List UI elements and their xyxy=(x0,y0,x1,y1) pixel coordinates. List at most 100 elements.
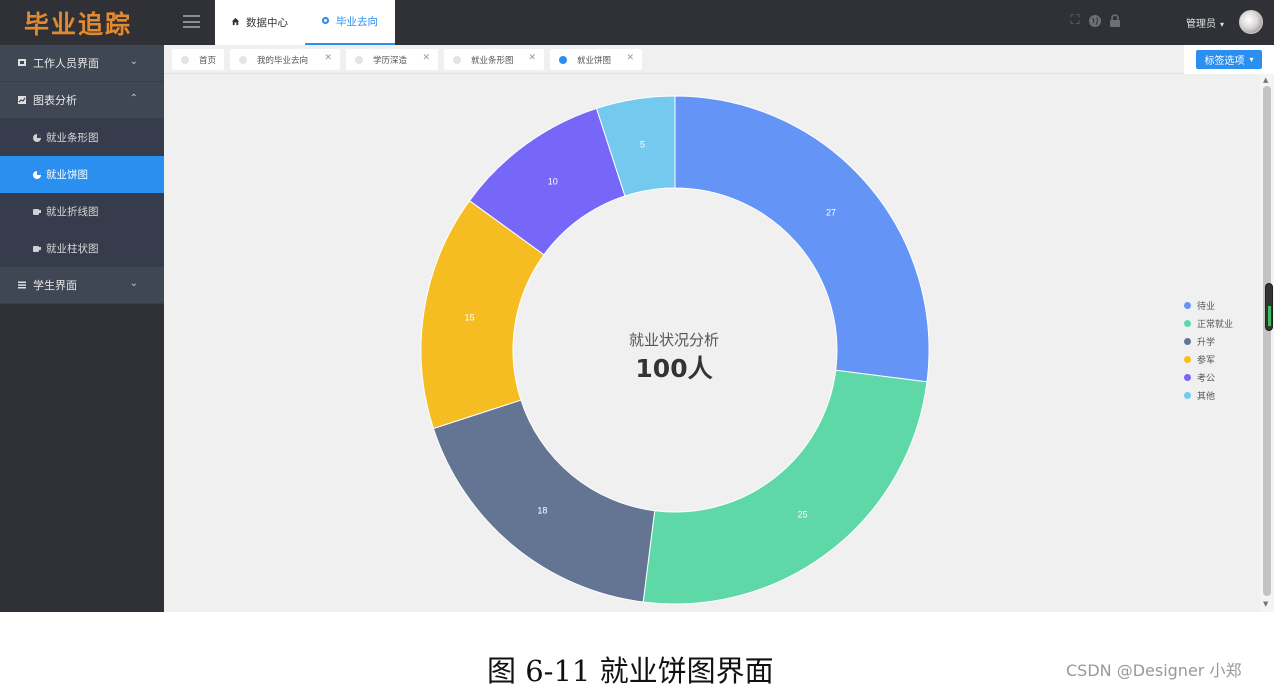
menu-group-students[interactable]: 学生界面 ⌄ xyxy=(0,267,164,304)
tag-label: 首页 xyxy=(199,55,217,66)
lock-icon[interactable] xyxy=(1108,14,1122,28)
list-icon xyxy=(17,280,27,290)
app-logo[interactable]: 毕业追踪 xyxy=(0,0,164,45)
chart-panel: 27 25 18 15 10 5 就业状况分析 100人 待业正常就业升学参军考公其他 xyxy=(164,74,1260,612)
slice-value-label: 27 xyxy=(826,207,836,217)
tag-dot-icon xyxy=(559,55,567,64)
tag-label: 就业条形图 xyxy=(471,55,514,66)
tag-options-label: 标签选项 xyxy=(1204,56,1245,67)
pie-slice-1[interactable] xyxy=(642,369,928,605)
user-menu[interactable]: 管理员 ▾ xyxy=(1186,15,1224,30)
menu-group-label: 工作人员界面 xyxy=(33,57,99,70)
chart-center-value: 100人 xyxy=(635,354,713,383)
pie-icon xyxy=(32,133,42,143)
user-name: 管理员 xyxy=(1186,19,1216,30)
tag-label: 我的毕业去向 xyxy=(257,55,309,66)
scroll-up-icon[interactable]: ▲ xyxy=(1263,76,1268,84)
slice-value-label: 15 xyxy=(465,312,475,322)
avatar[interactable] xyxy=(1239,10,1263,34)
close-icon[interactable]: ✕ xyxy=(528,53,536,63)
menu-group-label: 图表分析 xyxy=(33,94,77,107)
sidebar: 毕业追踪 工作人员界面 ⌄ 图表分析 ⌃ 就业条形图 就业饼图 就业折线图 就业… xyxy=(0,0,164,612)
close-icon[interactable]: ✕ xyxy=(422,53,430,63)
scroll-thumb[interactable] xyxy=(1263,86,1271,596)
slice-value-label: 18 xyxy=(537,505,547,515)
home-icon xyxy=(231,17,240,29)
tag-dot-icon xyxy=(239,55,247,64)
sidebar-item-line-chart[interactable]: 就业折线图 xyxy=(0,193,164,230)
fullscreen-icon[interactable]: ⛶ xyxy=(1068,14,1082,28)
legend-item[interactable]: 其他 xyxy=(1184,386,1233,404)
tab-label: 数据中心 xyxy=(246,17,288,29)
legend-dot-icon xyxy=(1184,373,1191,381)
tag-options-wrap: 标签选项 ▾ xyxy=(1184,45,1274,74)
slice-value-label: 10 xyxy=(548,177,558,187)
chevron-down-icon: ⌄ xyxy=(129,56,138,67)
legend-label: 参军 xyxy=(1197,355,1216,366)
top-icons: ⛶ xyxy=(1068,14,1122,28)
globe-icon[interactable] xyxy=(1088,14,1102,28)
side-indicator-icon xyxy=(1265,283,1273,331)
legend-dot-icon xyxy=(1184,391,1191,399)
tab-label: 毕业去向 xyxy=(336,16,378,28)
chart-icon xyxy=(17,95,27,105)
tab-data-center[interactable]: 数据中心 xyxy=(215,0,305,45)
legend-label: 考公 xyxy=(1197,373,1216,384)
sidebar-item-bar-chart[interactable]: 就业条形图 xyxy=(0,119,164,156)
slice-value-label: 5 xyxy=(640,140,645,150)
scroll-down-icon[interactable]: ▼ xyxy=(1263,600,1268,608)
gear-icon xyxy=(321,16,330,28)
vertical-scrollbar[interactable]: ▲ ▼ xyxy=(1260,74,1274,612)
close-icon[interactable]: ✕ xyxy=(626,53,634,63)
caret-down-icon: ▾ xyxy=(1249,55,1254,64)
menu-group-label: 学生界面 xyxy=(33,279,77,292)
legend-dot-icon xyxy=(1184,319,1191,327)
sidebar-item-pie-chart[interactable]: 就业饼图 xyxy=(0,156,164,193)
sidebar-item-label: 就业折线图 xyxy=(46,206,99,218)
tag-dot-icon xyxy=(181,55,189,64)
legend-item[interactable]: 待业 xyxy=(1184,296,1233,314)
chevron-down-icon: ⌄ xyxy=(129,278,138,289)
chart-center-title: 就业状况分析 xyxy=(628,331,719,349)
figure-caption: 图 6-11 就业饼图界面 xyxy=(487,654,774,688)
tag-my-destination[interactable]: 我的毕业去向 ✕ xyxy=(230,49,340,70)
legend-item[interactable]: 参军 xyxy=(1184,350,1233,368)
cup-icon xyxy=(32,244,42,254)
menu-toggle-icon[interactable] xyxy=(183,15,200,28)
monitor-icon xyxy=(17,58,27,68)
legend-dot-icon xyxy=(1184,355,1191,363)
tag-options-button[interactable]: 标签选项 ▾ xyxy=(1196,50,1262,69)
legend-label: 其他 xyxy=(1197,391,1216,402)
tag-bar: 首页 我的毕业去向 ✕ 学历深造 ✕ 就业条形图 ✕ 就业饼图 ✕ 标签选项 ▾ xyxy=(164,45,1274,74)
menu-group-staff[interactable]: 工作人员界面 ⌄ xyxy=(0,45,164,82)
tag-bar-chart[interactable]: 就业条形图 ✕ xyxy=(444,49,544,70)
tag-home[interactable]: 首页 xyxy=(172,49,224,70)
legend-item[interactable]: 考公 xyxy=(1184,368,1233,386)
legend-item[interactable]: 升学 xyxy=(1184,332,1233,350)
slice-value-label: 25 xyxy=(797,509,807,519)
legend-item[interactable]: 正常就业 xyxy=(1184,314,1233,332)
legend-label: 正常就业 xyxy=(1197,319,1234,330)
sidebar-item-column-chart[interactable]: 就业柱状图 xyxy=(0,230,164,267)
legend-dot-icon xyxy=(1184,301,1191,309)
legend-dot-icon xyxy=(1184,337,1191,345)
sidebar-item-label: 就业饼图 xyxy=(46,169,88,181)
menu-group-charts[interactable]: 图表分析 ⌃ xyxy=(0,82,164,119)
tag-label: 就业饼图 xyxy=(577,55,612,66)
watermark: CSDN @Designer 小郑 xyxy=(1066,661,1242,680)
tag-pie-chart[interactable]: 就业饼图 ✕ xyxy=(550,49,642,70)
tab-graduation-destination[interactable]: 毕业去向 xyxy=(305,0,395,45)
tag-further-study[interactable]: 学历深造 ✕ xyxy=(346,49,438,70)
cup-icon xyxy=(32,207,42,217)
legend-label: 升学 xyxy=(1197,337,1216,348)
submenu-charts: 就业条形图 就业饼图 就业折线图 就业柱状图 xyxy=(0,119,164,267)
legend-label: 待业 xyxy=(1197,301,1216,312)
pie-icon xyxy=(32,170,42,180)
close-icon[interactable]: ✕ xyxy=(324,53,332,63)
pie-slice-2[interactable] xyxy=(432,399,656,603)
top-bar: 数据中心 毕业去向 ⛶ 管理员 ▾ xyxy=(164,0,1274,45)
chevron-up-icon: ⌃ xyxy=(129,93,138,104)
tag-label: 学历深造 xyxy=(373,55,408,66)
sidebar-item-label: 就业条形图 xyxy=(46,132,99,144)
chart-legend: 待业正常就业升学参军考公其他 xyxy=(1184,296,1233,404)
